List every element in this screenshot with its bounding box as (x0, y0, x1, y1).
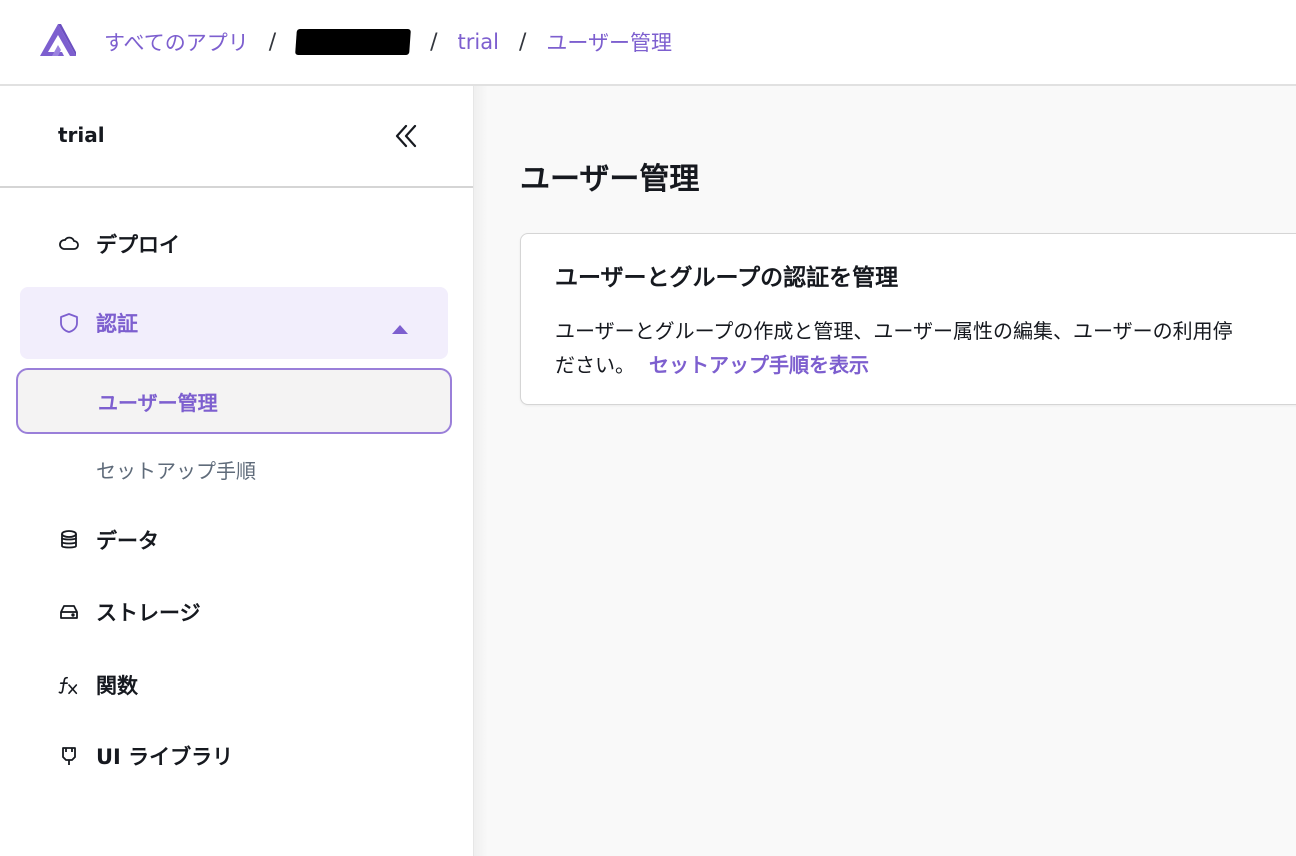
breadcrumb: すべてのアプリ / / trial / ユーザー管理 (104, 27, 672, 57)
sidebar-header: trial (0, 86, 473, 188)
card-title: ユーザーとグループの認証を管理 (555, 265, 899, 291)
sidebar-subitem-label: セットアップ手順 (96, 458, 256, 483)
sidebar-item-label: UI ライブラリ (96, 745, 234, 769)
breadcrumb-all-apps[interactable]: すべてのアプリ (104, 27, 249, 57)
storage-icon (58, 601, 80, 623)
plug-icon (58, 745, 80, 767)
sidebar-item-functions[interactable]: 関数 (20, 649, 448, 721)
info-card: ユーザーとグループの認証を管理 ユーザーとグループの作成と管理、ユーザー属性の編… (520, 233, 1296, 405)
main-content: ユーザー管理 ユーザーとグループの認証を管理 ユーザーとグループの作成と管理、ユ… (474, 86, 1296, 856)
sidebar-subitem-label: ユーザー管理 (98, 390, 218, 415)
shield-icon (58, 312, 80, 334)
cloud-icon (58, 233, 80, 255)
amplify-logo-icon[interactable] (38, 22, 78, 58)
sidebar-item-label: ストレージ (96, 601, 201, 625)
sidebar-item-label: 認証 (96, 312, 138, 336)
sidebar-item-deploy[interactable]: デプロイ (20, 208, 448, 280)
sidebar: trial デプロイ 認証 ユーザー管理 セットアップ手順 データ ストレージ … (0, 86, 474, 856)
card-body-line: ユーザーとグループの作成と管理、ユーザー属性の編集、ユーザーの利用停 (555, 319, 1233, 343)
breadcrumb-separator: / (518, 29, 527, 55)
caret-up-icon (392, 319, 408, 338)
sidebar-item-ui-library[interactable]: UI ライブラリ (20, 720, 448, 792)
breadcrumb-separator: / (268, 29, 277, 55)
sidebar-subitem-setup-steps[interactable]: セットアップ手順 (16, 436, 452, 502)
sidebar-item-label: 関数 (96, 674, 138, 698)
sidebar-item-data[interactable]: データ (20, 504, 448, 576)
database-icon (58, 529, 80, 551)
card-body-text: ださい。 (555, 353, 635, 377)
sidebar-shadow (474, 86, 488, 856)
card-body-line-2: ださい。 セットアップ手順を表示 (555, 348, 1296, 382)
top-bar: すべてのアプリ / / trial / ユーザー管理 (0, 0, 1296, 86)
setup-steps-link[interactable]: セットアップ手順を表示 (649, 353, 869, 377)
sidebar-item-auth[interactable]: 認証 (20, 287, 448, 359)
breadcrumb-current[interactable]: ユーザー管理 (546, 27, 672, 57)
function-icon (58, 674, 80, 696)
breadcrumb-app[interactable]: trial (458, 30, 499, 54)
collapse-sidebar-icon[interactable] (392, 122, 420, 150)
sidebar-item-label: データ (96, 529, 159, 553)
sidebar-item-storage[interactable]: ストレージ (20, 576, 448, 648)
sidebar-app-name: trial (58, 123, 105, 147)
page-title: ユーザー管理 (520, 162, 700, 197)
sidebar-subitem-user-management[interactable]: ユーザー管理 (16, 368, 452, 434)
breadcrumb-separator: / (430, 29, 438, 55)
sidebar-item-label: デプロイ (96, 233, 180, 257)
breadcrumb-redacted-account[interactable] (295, 29, 412, 55)
card-body: ユーザーとグループの作成と管理、ユーザー属性の編集、ユーザーの利用停 ださい。セ… (555, 314, 1296, 382)
